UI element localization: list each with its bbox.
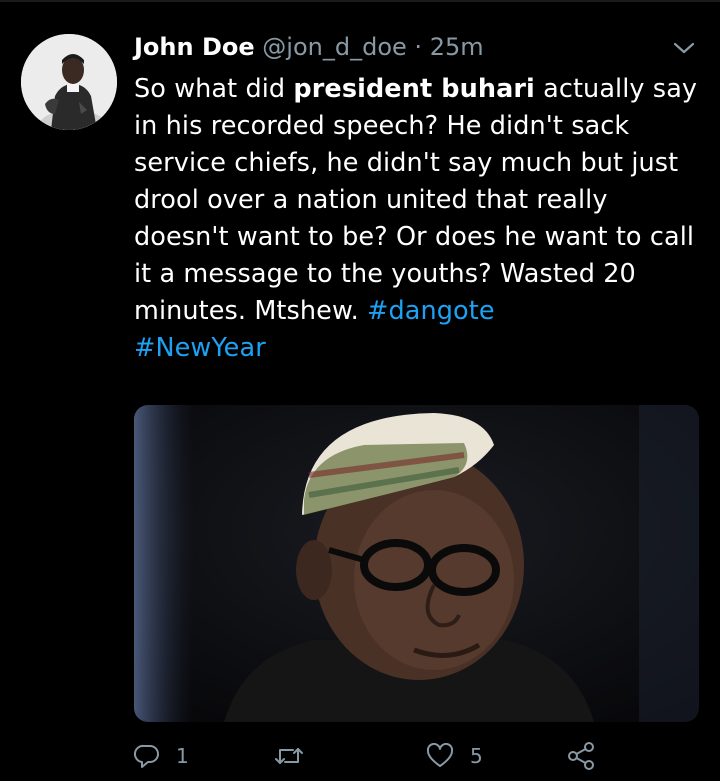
like-button[interactable]: 5 <box>426 738 483 774</box>
caret-down-icon[interactable] <box>672 40 696 56</box>
retweet-icon <box>275 748 303 764</box>
share-button[interactable] <box>566 738 596 774</box>
hashtag-dangote[interactable]: #dangote <box>367 296 495 326</box>
reply-icon <box>134 744 159 768</box>
avatar-photo <box>21 34 117 130</box>
display-name[interactable]: John Doe <box>134 33 255 61</box>
share-icon <box>568 742 594 770</box>
timestamp[interactable]: 25m <box>430 33 484 61</box>
tweet-header: John Doe @jon_d_doe · 25m <box>134 31 484 63</box>
reply-button[interactable]: 1 <box>134 738 189 774</box>
tweet-text-main: actually say in his recorded speech? He … <box>134 74 698 326</box>
reply-count: 1 <box>176 744 189 768</box>
portrait-photo <box>134 405 699 722</box>
tweet-media-image[interactable] <box>134 405 699 722</box>
tweet-actions: 1 5 <box>134 738 694 774</box>
tweet-text-intro: So what did <box>134 74 294 104</box>
hashtag-newyear[interactable]: #NewYear <box>134 333 266 363</box>
like-count: 5 <box>470 744 483 768</box>
user-handle[interactable]: @jon_d_doe <box>262 33 406 61</box>
tweet-text-bold: president buhari <box>293 74 535 104</box>
avatar[interactable] <box>21 34 117 130</box>
separator-dot: · <box>414 33 423 61</box>
tweet-text: So what did president buhari actually sa… <box>134 71 709 367</box>
top-divider <box>0 0 720 2</box>
like-icon <box>426 743 454 767</box>
retweet-button[interactable] <box>274 738 320 774</box>
